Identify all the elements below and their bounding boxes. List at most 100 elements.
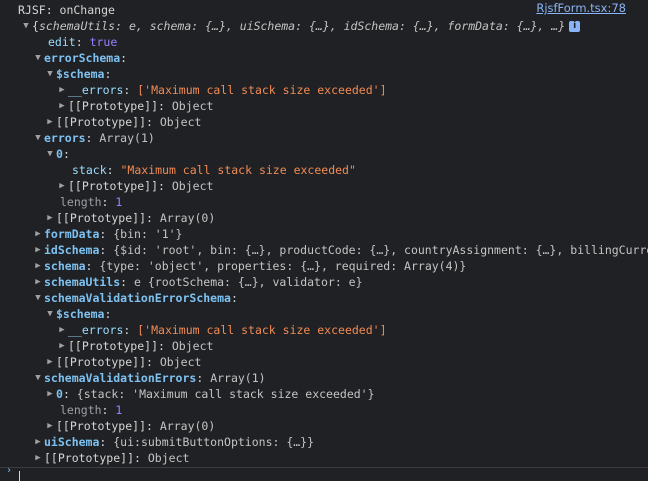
prop-index-0[interactable]: ▼ 0: [0, 146, 648, 162]
prop-value: {bin: '1'} [113, 227, 183, 241]
collapse-triangle-icon[interactable]: ▶ [32, 450, 44, 466]
prop-__errors[interactable]: ▶ __errors: ['Maximum call stack size exc… [0, 82, 648, 98]
collapse-triangle-icon[interactable]: ▶ [32, 434, 44, 450]
collapse-triangle-icon[interactable]: ▶ [56, 178, 68, 194]
collapse-triangle-icon[interactable]: ▶ [32, 258, 44, 274]
prop-uiSchema[interactable]: ▶ uiSchema: {ui:submitButtonOptions: {…}} [0, 434, 648, 450]
prop-key: length [60, 403, 102, 417]
prop-edit: edit: true [48, 35, 118, 49]
prop-value: Object [171, 339, 214, 353]
prop-prototype[interactable]: ▶ [[Prototype]]: Object [0, 178, 648, 194]
prop-index-0[interactable]: ▶ 0: {stack: 'Maximum call stack size exc… [0, 386, 648, 402]
prop-formData[interactable]: ▶ formData: {bin: '1'} [0, 226, 648, 242]
collapse-triangle-icon[interactable]: ▶ [44, 418, 56, 434]
prop-schemaValidationErrors[interactable]: ▼ schemaValidationErrors: Array(1) [0, 370, 648, 386]
collapse-triangle-icon[interactable]: ▶ [44, 114, 56, 130]
collapse-triangle-icon[interactable]: ▶ [56, 98, 68, 114]
prop-key: $schema [56, 307, 105, 321]
expand-triangle-icon[interactable]: ▼ [32, 130, 44, 146]
prop-key: [[Prototype]] [56, 355, 147, 369]
prop-key: [[Prototype]] [56, 419, 147, 433]
prop-prototype[interactable]: ▶ [[Prototype]]: Object [0, 450, 648, 466]
info-icon[interactable]: i [569, 21, 581, 32]
collapse-triangle-icon[interactable]: ▶ [44, 386, 56, 402]
console-panel: { "log": { "label": "RJSF: onChange", "s… [0, 0, 648, 481]
collapse-triangle-icon[interactable]: ▶ [32, 226, 44, 242]
prop-schemaValidationErrorSchema[interactable]: ▼ schemaValidationErrorSchema: [0, 290, 648, 306]
prop-key: 0 [56, 147, 63, 161]
prop-value: Object [171, 179, 214, 193]
prop-value: {$id: 'root', bin: {…}, productCode: {…}… [113, 243, 648, 257]
expand-triangle-icon[interactable]: ▼ [44, 146, 56, 162]
prompt-caret-icon: › [6, 465, 13, 476]
prop-key: 0 [56, 387, 63, 401]
prop-schemaUtils[interactable]: ▶ schemaUtils: e {rootSchema: {…}, valida… [0, 274, 648, 290]
prop-prototype[interactable]: ▶ [[Prototype]]: Object [0, 114, 648, 130]
prop-errorSchema[interactable]: ▼ errorSchema: [0, 50, 648, 66]
expand-triangle-icon[interactable]: ▼ [32, 370, 44, 386]
prop-length: length: 1 [60, 195, 123, 209]
collapse-triangle-icon[interactable]: ▶ [56, 338, 68, 354]
prop-value: ['Maximum call stack size exceeded'] [137, 323, 387, 337]
prop-value: Array(0) [159, 211, 216, 225]
prop-value: 1 [115, 195, 123, 209]
prop-key: schemaUtils [44, 275, 121, 289]
object-summary: schemaUtils: e, schema: {…}, uiSchema: {… [38, 19, 566, 33]
text-cursor [19, 471, 20, 481]
collapse-triangle-icon[interactable]: ▶ [32, 242, 44, 258]
prop-value: Object [171, 99, 214, 113]
prop-prototype[interactable]: ▶ [[Prototype]]: Array(0) [0, 418, 648, 434]
prop-value: Object [159, 355, 202, 369]
prop-length: length: 1 [60, 403, 123, 417]
prop-key: [[Prototype]] [44, 451, 135, 465]
prop-key: errorSchema [44, 51, 121, 65]
expand-triangle-icon[interactable]: ▼ [44, 306, 56, 322]
prop-value: Array(1) [99, 131, 155, 145]
collapse-triangle-icon[interactable]: ▶ [56, 322, 68, 338]
expand-triangle-icon[interactable]: ▼ [32, 290, 44, 306]
expand-triangle-icon[interactable]: ▼ [44, 66, 56, 82]
prop-key: $schema [56, 67, 105, 81]
prop-key: schemaValidationErrorSchema [44, 291, 231, 305]
prop-value: Array(1) [210, 371, 266, 385]
prop-value: e {rootSchema: {…}, validator: e} [134, 275, 363, 289]
prop-value: Object [147, 451, 190, 465]
prop-prototype[interactable]: ▶ [[Prototype]]: Object [0, 98, 648, 114]
prop-value: "Maximum call stack size exceeded" [120, 163, 356, 177]
prop-key: [[Prototype]] [68, 339, 159, 353]
prop-schema[interactable]: ▼ $schema: [0, 66, 648, 82]
prop-value: Array(0) [159, 419, 216, 433]
prop-key: edit [48, 35, 76, 49]
collapse-triangle-icon[interactable]: ▶ [32, 274, 44, 290]
console-prompt[interactable]: › [0, 465, 648, 481]
collapse-triangle-icon[interactable]: ▶ [44, 354, 56, 370]
prop-prototype[interactable]: ▶ [[Prototype]]: Object [0, 354, 648, 370]
prop-key: errors [44, 131, 86, 145]
summary-brace: { [32, 19, 39, 33]
prop-schema[interactable]: ▼ $schema: [0, 306, 648, 322]
prop-prototype[interactable]: ▶ [[Prototype]]: Object [0, 338, 648, 354]
prop-key: __errors [68, 83, 124, 97]
prop-prototype[interactable]: ▶ [[Prototype]]: Array(0) [0, 210, 648, 226]
source-link[interactable]: RjsfForm.tsx:78 [536, 1, 626, 15]
prop-key: schema [44, 259, 86, 273]
prop-value: {stack: 'Maximum call stack size exceede… [76, 387, 375, 401]
prop-__errors[interactable]: ▶ __errors: ['Maximum call stack size exc… [0, 322, 648, 338]
expand-triangle-icon[interactable]: ▼ [20, 18, 32, 34]
expand-triangle-icon[interactable]: ▼ [32, 50, 44, 66]
prop-schema-object[interactable]: ▶ schema: {type: 'object', properties: {…… [0, 258, 648, 274]
prop-key: schemaValidationErrors [44, 371, 197, 385]
prop-value: true [89, 35, 118, 49]
prop-idSchema[interactable]: ▶ idSchema: {$id: 'root', bin: {…}, produ… [0, 242, 648, 258]
collapse-triangle-icon[interactable]: ▶ [44, 210, 56, 226]
log-label: RJSF: onChange [18, 3, 115, 17]
log-summary-row[interactable]: ▼ {schemaUtils: e, schema: {…}, uiSchema:… [0, 18, 648, 34]
prop-key: idSchema [44, 243, 100, 257]
prop-errors[interactable]: ▼ errors: Array(1) [0, 130, 648, 146]
prop-key: uiSchema [44, 435, 100, 449]
prop-stack: stack: "Maximum call stack size exceeded… [72, 163, 356, 177]
prop-key: length [60, 195, 102, 209]
prop-key: [[Prototype]] [56, 115, 147, 129]
prop-key: stack [72, 163, 107, 177]
collapse-triangle-icon[interactable]: ▶ [56, 82, 68, 98]
